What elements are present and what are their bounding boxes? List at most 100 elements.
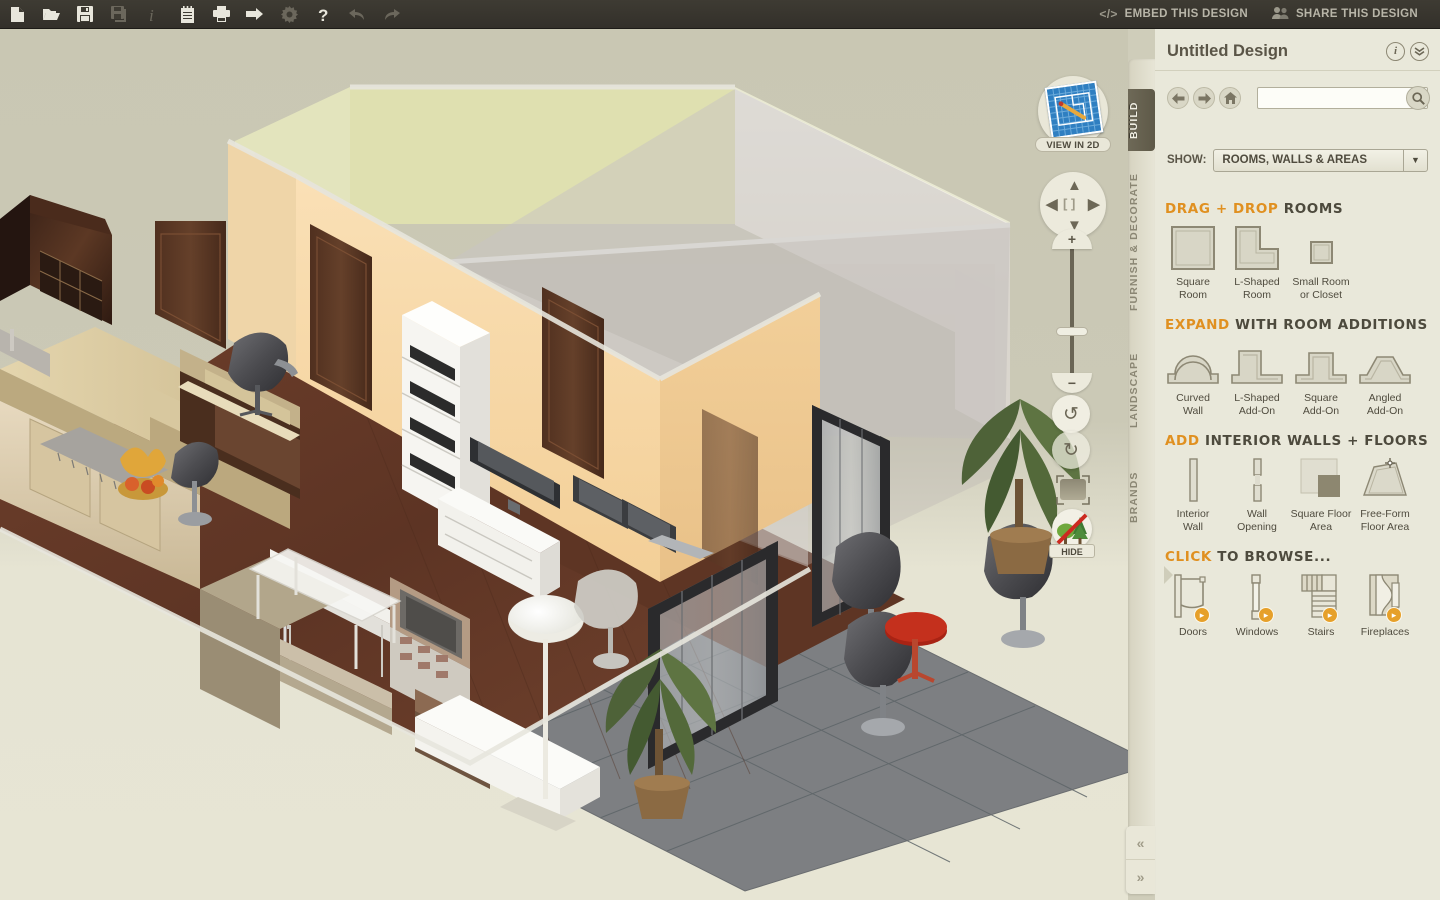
tool-browse-stairs[interactable]: ▸ Stairs — [1289, 569, 1353, 639]
l-shaped-addon-icon — [1229, 337, 1285, 387]
zoom-slider-handle[interactable] — [1056, 327, 1088, 336]
free-form-floor-area-icon — [1360, 453, 1410, 503]
tool-browse-fireplaces[interactable]: ▸ Fireplaces — [1353, 569, 1417, 639]
section-title-rooms: DRAG + DROP ROOMS — [1165, 201, 1440, 217]
floorplan-3d-viewport[interactable]: VIEW IN 2D ▲ ▼ ◀ ▶ [ ] + − ↺ ↻ HIDE — [0, 29, 1128, 900]
section-title-rest: ROOMS — [1283, 201, 1344, 217]
panel-search-wrap — [1257, 86, 1430, 110]
rail-tab-build[interactable]: BUILD — [1128, 89, 1155, 151]
open-folder-icon[interactable] — [34, 0, 68, 29]
tool-square-room-label: Square Room — [1176, 276, 1210, 301]
wall-height-toggle-button[interactable] — [1056, 475, 1090, 505]
show-filter-label: SHOW: — [1167, 154, 1207, 166]
interior-wall-icon — [1183, 453, 1203, 503]
white-tall-shelf — [401, 301, 490, 521]
wall-opening-icon — [1247, 453, 1267, 503]
panel-search-input[interactable] — [1257, 87, 1428, 109]
panel-edge-arrow-icon[interactable] — [1164, 566, 1173, 584]
embed-design-button[interactable]: </> EMBED THIS DESIGN — [1087, 7, 1260, 21]
l-shaped-room-icon — [1234, 221, 1280, 271]
save-as-icon[interactable] — [102, 0, 136, 29]
show-filter-value: ROOMS, WALLS & AREAS — [1222, 154, 1368, 166]
nav-home-button[interactable] — [1219, 87, 1241, 109]
save-icon[interactable] — [68, 0, 102, 29]
doors-icon: ▸ — [1170, 569, 1216, 623]
fireplaces-browse-badge[interactable]: ▸ — [1386, 607, 1402, 623]
show-filter-select[interactable]: ROOMS, WALLS & AREAS ▼ — [1213, 148, 1428, 172]
print-icon[interactable] — [204, 0, 238, 29]
section-click-to-browse: CLICK TO BROWSE... ▸ Doors ▸ Windows ▸ S… — [1155, 549, 1440, 639]
tool-l-shaped-addon-label: L-Shaped Add-On — [1234, 392, 1280, 417]
chevron-down-icon[interactable]: ▼ — [1403, 149, 1427, 171]
section-title-accent: EXPAND — [1165, 317, 1230, 333]
rotate-counterclockwise-icon[interactable]: ↺ — [1052, 395, 1090, 433]
pan-up-icon[interactable]: ▲ — [1067, 178, 1082, 193]
view-in-2d-label[interactable]: VIEW IN 2D — [1035, 137, 1111, 152]
collapse-panel-left-button[interactable]: « — [1126, 826, 1155, 860]
rotate-clockwise-icon[interactable]: ↻ — [1052, 431, 1090, 469]
rail-tab-furnish-decorate[interactable]: FURNISH & DECORATE — [1128, 157, 1155, 327]
export-icon[interactable] — [238, 0, 272, 29]
new-document-icon[interactable] — [0, 0, 34, 29]
tool-interior-wall[interactable]: Interior Wall — [1161, 453, 1225, 533]
notes-icon[interactable] — [170, 0, 204, 29]
section-drag-drop-rooms: DRAG + DROP ROOMS Square Room L-Shaped Roo… — [1155, 201, 1440, 301]
pan-left-icon[interactable]: ◀ — [1046, 197, 1058, 212]
nav-back-button[interactable] — [1167, 87, 1189, 109]
settings-gear-icon[interactable] — [272, 0, 306, 29]
section-title-rest: INTERIOR WALLS + FLOORS — [1204, 433, 1429, 449]
tool-small-room-closet[interactable]: Small Room or Closet — [1289, 221, 1353, 301]
tool-wall-opening[interactable]: Wall Opening — [1225, 453, 1289, 533]
tool-l-shaped-addon[interactable]: L-Shaped Add-On — [1225, 337, 1289, 417]
square-floor-area-icon — [1298, 453, 1344, 503]
code-brackets-icon: </> — [1099, 7, 1118, 21]
panel-info-icon[interactable]: i — [1386, 41, 1405, 61]
panel-collapse-icon[interactable] — [1410, 41, 1429, 61]
section-title-browse: CLICK TO BROWSE... — [1165, 549, 1440, 565]
doors-browse-badge[interactable]: ▸ — [1194, 607, 1210, 623]
tool-l-shaped-room-label: L-Shaped Room — [1234, 276, 1280, 301]
tool-wall-opening-label: Wall Opening — [1237, 508, 1277, 533]
windows-browse-badge[interactable]: ▸ — [1258, 607, 1274, 623]
stairs-icon: ▸ — [1298, 569, 1344, 623]
help-icon[interactable]: ? — [306, 0, 340, 29]
section-title-rest: WITH ROOM ADDITIONS — [1235, 317, 1428, 333]
info-icon[interactable]: i — [136, 0, 170, 29]
section-title-additions: EXPAND WITH ROOM ADDITIONS — [1165, 317, 1440, 333]
show-filter-row: SHOW: ROOMS, WALLS & AREAS ▼ — [1155, 147, 1440, 173]
tool-small-room-closet-label: Small Room or Closet — [1292, 276, 1350, 301]
tool-l-shaped-room[interactable]: L-Shaped Room — [1225, 221, 1289, 301]
rail-tab-brands[interactable]: BRANDS — [1128, 453, 1155, 541]
hide-landscape-button[interactable] — [1052, 509, 1092, 549]
embed-design-label: EMBED THIS DESIGN — [1124, 8, 1248, 20]
tool-square-floor-area-label: Square Floor Area — [1290, 508, 1352, 533]
tool-category-rail: BUILD FURNISH & DECORATE LANDSCAPE BRAND… — [1128, 59, 1174, 845]
right-tool-panel: Untitled Design i SHOW: ROOMS, WALLS & A… — [1155, 29, 1440, 900]
hide-label[interactable]: HIDE — [1049, 544, 1095, 558]
tool-square-floor-area[interactable]: Square Floor Area — [1289, 453, 1353, 533]
small-room-closet-icon — [1298, 221, 1344, 271]
panel-search-icon[interactable] — [1406, 86, 1430, 110]
panel-collapse-stack: « » — [1126, 826, 1155, 894]
rail-tab-landscape[interactable]: LANDSCAPE — [1128, 331, 1155, 449]
redo-icon[interactable] — [374, 0, 408, 29]
tool-angled-addon-label: Angled Add-On — [1366, 392, 1404, 417]
undo-icon[interactable] — [340, 0, 374, 29]
tool-curved-wall[interactable]: Curved Wall — [1161, 337, 1225, 417]
share-design-button[interactable]: SHARE THIS DESIGN — [1260, 6, 1430, 22]
angled-addon-icon — [1357, 337, 1413, 387]
view-in-2d-button[interactable] — [1038, 76, 1108, 146]
tool-free-form-floor-area[interactable]: Free-Form Floor Area — [1353, 453, 1417, 533]
zoom-slider-track[interactable]: + − — [1052, 229, 1092, 393]
tool-browse-doors-label: Doors — [1178, 626, 1207, 638]
stairs-browse-badge[interactable]: ▸ — [1322, 607, 1338, 623]
tool-square-addon[interactable]: Square Add-On — [1289, 337, 1353, 417]
collapse-panel-right-button[interactable]: » — [1126, 860, 1155, 894]
tool-angled-addon[interactable]: Angled Add-On — [1353, 337, 1417, 417]
pan-right-icon[interactable]: ▶ — [1088, 197, 1100, 212]
tool-square-room[interactable]: Square Room — [1161, 221, 1225, 301]
nav-forward-button[interactable] — [1193, 87, 1215, 109]
tool-browse-windows[interactable]: ▸ Windows — [1225, 569, 1289, 639]
pan-center-icon[interactable]: [ ] — [1063, 197, 1075, 210]
toolbar-right-links: </> EMBED THIS DESIGN SHARE THIS DESIGN — [1087, 6, 1440, 22]
